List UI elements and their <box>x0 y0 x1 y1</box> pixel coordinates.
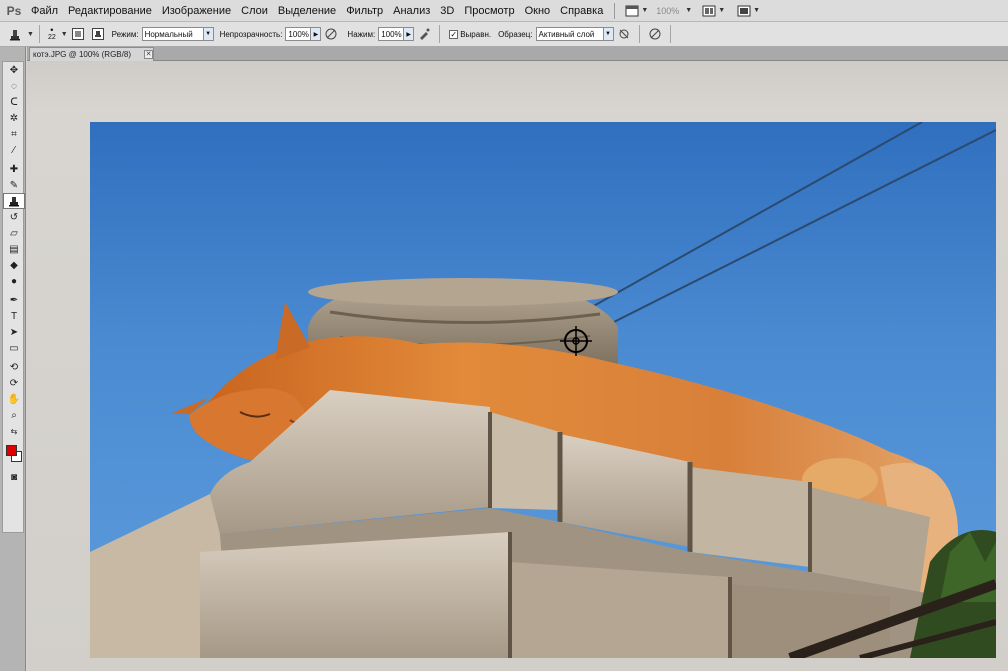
flow-field[interactable]: 100% ▶ <box>378 27 415 41</box>
brush-panel-icon[interactable] <box>71 27 85 41</box>
menu-file[interactable]: Файл <box>26 0 63 22</box>
menu-layers[interactable]: Слои <box>236 0 273 22</box>
options-separator <box>439 25 441 43</box>
menu-window[interactable]: Окно <box>520 0 556 22</box>
tablet-pressure-size-icon[interactable] <box>648 27 662 41</box>
pen-tool-icon[interactable]: ✒ <box>3 292 25 308</box>
arrange-documents-icon[interactable]: ▼ <box>702 5 725 17</box>
close-icon[interactable]: ✕ <box>144 50 153 59</box>
menu-image[interactable]: Изображение <box>157 0 236 22</box>
sample-select[interactable]: Активный слой ▼ <box>535 27 614 41</box>
clone-source-panel-icon[interactable] <box>91 27 105 41</box>
menu-bar: Ps Файл Редактирование Изображение Слои … <box>0 0 1008 22</box>
flow-value: 100% <box>381 29 402 39</box>
marquee-tool-icon[interactable]: ◌ <box>3 78 25 94</box>
zoom-dropdown-icon[interactable]: ▼ <box>685 7 692 14</box>
tool-preset-dropdown-icon[interactable]: ▼ <box>27 31 34 38</box>
aligned-checkbox[interactable]: ✓ <box>449 29 459 39</box>
options-bar: ▼ • 22 ▼ Режим: Нормальный ▼ Непрозрачно… <box>0 22 1008 47</box>
quick-mask-icon[interactable]: ◙ <box>3 469 25 485</box>
screen-mode-icon[interactable]: ▼ <box>737 5 760 17</box>
chevron-down-icon: ▼ <box>202 28 213 40</box>
clone-stamp-tool-icon[interactable] <box>8 27 22 41</box>
3d-orbit-tool-icon[interactable]: ⟳ <box>3 375 25 391</box>
image-canvas[interactable] <box>90 122 996 658</box>
healing-brush-tool-icon[interactable]: ✚ <box>3 161 25 177</box>
brush-size-value: 22 <box>47 34 56 41</box>
document-area: котэ.JPG @ 100% (RGB/8) ✕ <box>27 47 1008 671</box>
ignore-adjustment-layers-icon[interactable] <box>617 27 631 41</box>
opacity-label: Непрозрачность: <box>219 29 283 39</box>
options-separator <box>638 25 640 43</box>
blur-tool-icon[interactable]: ◆ <box>3 257 25 273</box>
document-title: котэ.JPG @ 100% (RGB/8) <box>33 50 131 59</box>
tablet-pressure-opacity-icon[interactable] <box>324 27 338 41</box>
launch-bridge-icon[interactable]: ▼ <box>625 5 648 17</box>
path-selection-tool-icon[interactable]: ➤ <box>3 324 25 340</box>
clone-stamp-tool-icon[interactable] <box>3 193 25 209</box>
document-tab-bar: котэ.JPG @ 100% (RGB/8) ✕ <box>27 47 1008 61</box>
history-brush-tool-icon[interactable]: ↺ <box>3 209 25 225</box>
dodge-tool-icon[interactable]: ● <box>3 273 25 289</box>
mode-select[interactable]: Нормальный ▼ <box>141 27 214 41</box>
clone-source-crosshair-icon <box>560 326 592 356</box>
zoom-tool-icon[interactable]: ⌕ <box>3 407 25 423</box>
menu-select[interactable]: Выделение <box>273 0 341 22</box>
gradient-tool-icon[interactable]: ▤ <box>3 241 25 257</box>
foreground-color-swatch[interactable] <box>6 445 17 456</box>
airbrush-icon[interactable] <box>417 27 431 41</box>
crop-tool-icon[interactable]: ⌗ <box>3 126 25 142</box>
opacity-value: 100% <box>288 29 309 39</box>
hand-tool-icon[interactable]: ✋ <box>3 391 25 407</box>
options-separator <box>669 25 671 43</box>
menu-filter[interactable]: Фильтр <box>341 0 388 22</box>
opacity-field[interactable]: 100% ▶ <box>285 27 322 41</box>
eraser-tool-icon[interactable]: ▱ <box>3 225 25 241</box>
eyedropper-tool-icon[interactable]: ⁄ <box>3 142 25 158</box>
menu-help[interactable]: Справка <box>555 0 608 22</box>
menu-edit[interactable]: Редактирование <box>63 0 157 22</box>
flow-arrow-icon[interactable]: ▶ <box>403 28 414 40</box>
3d-rotate-tool-icon[interactable]: ⟲ <box>3 359 25 375</box>
magic-wand-tool-icon[interactable]: ✲ <box>3 110 25 126</box>
swap-colors-icon[interactable]: ⇆ <box>3 423 25 439</box>
move-tool-icon[interactable]: ✥ <box>3 62 25 78</box>
sample-label: Образец: <box>498 29 533 39</box>
zoom-level[interactable]: 100% <box>656 6 679 16</box>
menu-3d[interactable]: 3D <box>435 0 459 22</box>
brush-tool-icon[interactable]: ✎ <box>3 177 25 193</box>
brush-dropdown-icon[interactable]: ▼ <box>61 31 68 38</box>
toolbox: ✥ ◌ ᑕ ✲ ⌗ ⁄ ✚ ✎ ↺ ▱ ▤ ◆ ● ✒ T ➤ ▭ ⟲ ⟳ ✋ … <box>0 47 26 671</box>
flow-label: Нажим: <box>347 29 376 39</box>
pasteboard <box>27 61 1008 671</box>
menu-analysis[interactable]: Анализ <box>388 0 435 22</box>
opacity-arrow-icon[interactable]: ▶ <box>310 28 321 40</box>
mode-label: Режим: <box>111 29 139 39</box>
options-separator <box>38 25 40 43</box>
tools-panel: ✥ ◌ ᑕ ✲ ⌗ ⁄ ✚ ✎ ↺ ▱ ▤ ◆ ● ✒ T ➤ ▭ ⟲ ⟳ ✋ … <box>2 61 25 533</box>
mode-value: Нормальный <box>144 29 193 39</box>
color-swatches <box>3 439 23 469</box>
type-tool-icon[interactable]: T <box>3 308 25 324</box>
menu-view[interactable]: Просмотр <box>459 0 519 22</box>
aligned-label: Выравн. <box>460 29 492 39</box>
lasso-tool-icon[interactable]: ᑕ <box>3 94 25 110</box>
document-tab[interactable]: котэ.JPG @ 100% (RGB/8) ✕ <box>29 47 154 61</box>
sample-value: Активный слой <box>538 29 595 39</box>
photo-cat-on-brick-pillar <box>90 122 996 658</box>
brush-preset-picker[interactable]: • 22 <box>48 26 56 42</box>
photoshop-logo: Ps <box>6 3 22 18</box>
shape-tool-icon[interactable]: ▭ <box>3 340 25 356</box>
menu-separator <box>614 2 616 19</box>
chevron-down-icon: ▼ <box>602 28 613 40</box>
